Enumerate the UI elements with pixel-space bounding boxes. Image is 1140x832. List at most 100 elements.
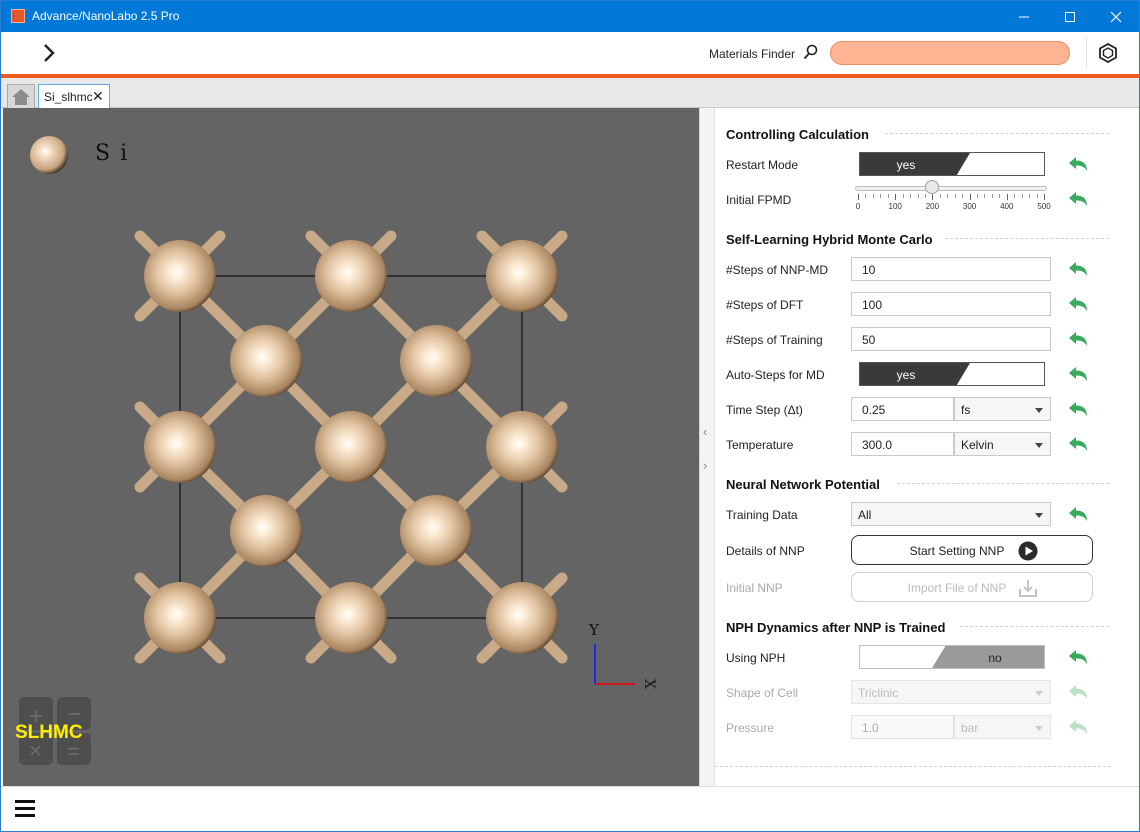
steps-nnp-md-input[interactable]: 10 (851, 257, 1051, 281)
play-icon (1018, 541, 1038, 561)
temperature-input[interactable]: 300.0 (851, 432, 954, 456)
reset-icon[interactable] (1067, 260, 1089, 278)
si-atom[interactable] (144, 240, 216, 312)
slider-tick (872, 194, 874, 198)
reset-icon[interactable] (1067, 683, 1089, 701)
materials-finder-input[interactable] (830, 41, 1070, 65)
start-setting-nnp-button[interactable]: Start Setting NNP (851, 535, 1093, 565)
window-title: Advance/NanoLabo 2.5 Pro (32, 9, 180, 23)
steps-training-input[interactable]: 50 (851, 327, 1051, 351)
select-value: bar (961, 721, 979, 735)
slider-tick-label: 400 (1000, 202, 1014, 211)
initial-fpmd-slider-thumb[interactable] (925, 180, 940, 194)
main-toolbar: Materials Finder (1, 32, 1139, 74)
auto-steps-toggle[interactable]: yes (859, 362, 1045, 386)
slider-tick-label: 200 (925, 202, 940, 211)
section-divider (897, 483, 1109, 484)
structure-viewer[interactable]: Si Y X + − × = SLHMC (3, 108, 699, 786)
expand-right-icon[interactable]: › (703, 458, 707, 473)
si-atom[interactable] (144, 411, 216, 483)
slider-tick-label: 300 (962, 202, 977, 211)
reset-icon[interactable] (1067, 155, 1089, 173)
reset-icon[interactable] (1067, 505, 1089, 523)
import-file-nnp-button[interactable]: Import File of NNP (851, 572, 1093, 602)
slider-tick (924, 194, 926, 198)
slider-tick (1014, 194, 1016, 198)
si-atom[interactable] (486, 411, 558, 483)
si-atom[interactable] (400, 495, 472, 567)
si-atom[interactable] (315, 240, 387, 312)
pressure-label: Pressure (726, 721, 775, 735)
search-icon[interactable] (803, 44, 819, 60)
restart-mode-toggle[interactable]: yes (859, 152, 1045, 176)
reset-icon[interactable] (1067, 400, 1089, 418)
reset-icon[interactable] (1067, 330, 1089, 348)
section-divider (960, 626, 1109, 627)
toggle-value: yes (896, 368, 916, 382)
tab-si-slhmc[interactable]: Si_slhmc ✕ (38, 84, 110, 108)
bottom-bar (1, 786, 1139, 831)
section-divider (945, 238, 1109, 239)
si-atom[interactable] (315, 582, 387, 654)
panel-splitter[interactable]: ‹ › (699, 108, 715, 786)
si-atom[interactable] (486, 582, 558, 654)
toolbar-divider (1086, 38, 1087, 68)
steps-training-label: #Steps of Training (726, 333, 823, 347)
slider-tick (917, 194, 919, 198)
time-step-unit-select[interactable]: fs (954, 397, 1051, 421)
slider-tick (887, 194, 889, 198)
collapse-left-icon[interactable]: ‹ (703, 424, 707, 439)
close-window-button[interactable] (1093, 1, 1139, 32)
chevron-down-icon (1035, 443, 1043, 448)
reset-icon[interactable] (1067, 190, 1089, 208)
chevron-right-icon[interactable] (37, 41, 61, 65)
details-nnp-label: Details of NNP (726, 544, 805, 558)
home-tab[interactable] (7, 84, 35, 108)
si-atom[interactable] (400, 325, 472, 397)
slider-tick (1021, 194, 1023, 198)
settings-panel: Controlling Calculation Restart Mode yes… (715, 108, 1139, 786)
chevron-down-icon (1035, 513, 1043, 518)
shape-of-cell-select[interactable]: Triclinic (851, 680, 1051, 704)
maximize-button[interactable] (1047, 1, 1093, 32)
reset-icon[interactable] (1067, 648, 1089, 666)
pressure-input[interactable]: 1.0 (851, 715, 954, 739)
select-value: All (858, 508, 872, 522)
slider-tick (865, 194, 867, 198)
app-logo-icon (11, 9, 25, 23)
slhmc-badge: SLHMC (15, 722, 83, 743)
reset-icon[interactable] (1067, 718, 1089, 736)
si-atom[interactable] (486, 240, 558, 312)
slider-tick-label: 500 (1037, 202, 1051, 211)
si-atom[interactable] (230, 325, 302, 397)
reset-icon[interactable] (1067, 365, 1089, 383)
minimize-button[interactable] (1001, 1, 1047, 32)
slider-tick-label: 100 (888, 202, 902, 211)
steps-dft-label: #Steps of DFT (726, 298, 804, 312)
hexagon-icon[interactable] (1098, 43, 1118, 63)
slider-tick (939, 194, 941, 198)
si-atom[interactable] (230, 495, 302, 567)
slider-tick (1044, 194, 1045, 200)
time-step-input[interactable]: 0.25 (851, 397, 954, 421)
reset-icon[interactable] (1067, 435, 1089, 453)
pressure-unit-select[interactable]: bar (954, 715, 1051, 739)
hamburger-menu-icon[interactable] (14, 798, 36, 818)
slider-tick (1029, 194, 1031, 198)
initial-fpmd-slider-track[interactable] (855, 186, 1047, 191)
auto-steps-label: Auto-Steps for MD (726, 368, 825, 382)
toggle-value: no (988, 651, 1002, 665)
steps-dft-input[interactable]: 100 (851, 292, 1051, 316)
reset-icon[interactable] (1067, 295, 1089, 313)
axis-indicator: Y X (588, 621, 657, 689)
initial-nnp-label: Initial NNP (726, 581, 783, 595)
si-atom[interactable] (144, 582, 216, 654)
slider-tick (969, 194, 971, 200)
axis-x-label: X (641, 679, 657, 689)
training-data-select[interactable]: All (851, 502, 1051, 526)
tab-close-icon[interactable]: ✕ (92, 88, 104, 105)
si-atom[interactable] (315, 411, 387, 483)
temperature-unit-select[interactable]: Kelvin (954, 432, 1051, 456)
using-nph-toggle[interactable]: no (859, 645, 1045, 669)
close-icon (1110, 11, 1122, 22)
